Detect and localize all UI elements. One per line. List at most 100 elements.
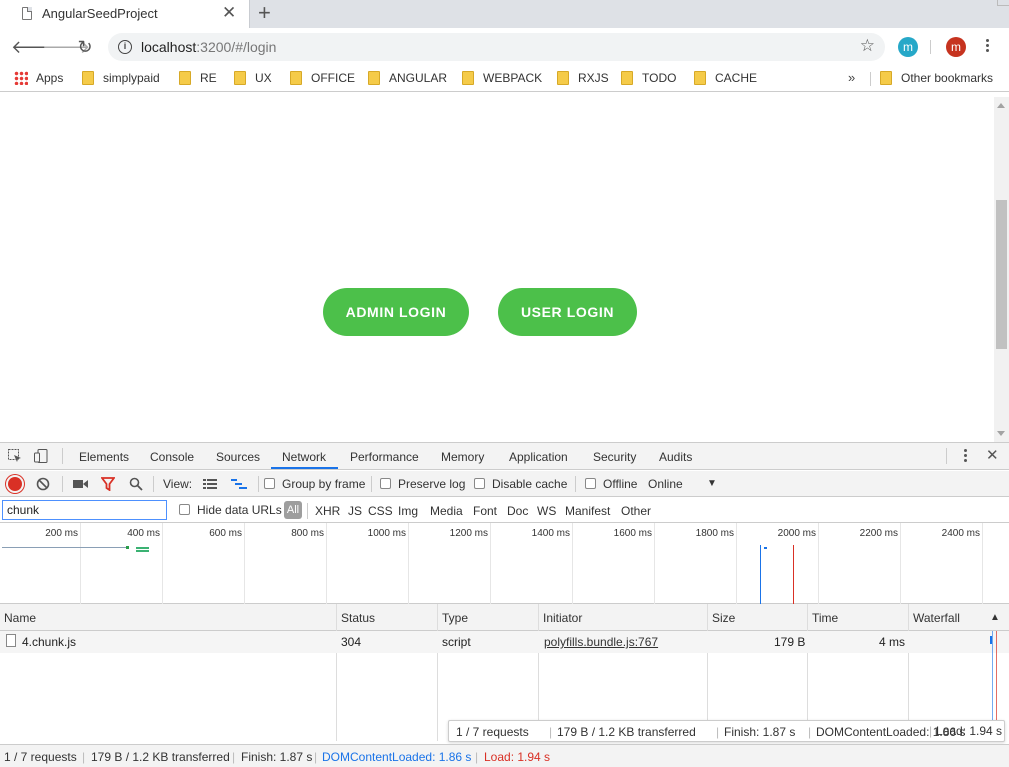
column-header-size[interactable]: Size	[712, 611, 735, 625]
bookmark-folder[interactable]: RXJS	[557, 71, 609, 85]
cell-initiator-link[interactable]: polyfills.bundle.js:767	[544, 635, 658, 649]
close-tab-icon[interactable]: ✕	[222, 3, 236, 23]
overview-tick-label: 1400 ms	[531, 528, 570, 539]
type-filter-css[interactable]: CSS	[368, 504, 393, 518]
bookmark-label: RE	[200, 71, 217, 85]
overview-gridline	[326, 523, 327, 604]
column-header-status[interactable]: Status	[341, 611, 375, 625]
bookmark-folder[interactable]: RE	[179, 71, 217, 85]
folder-icon	[82, 71, 94, 85]
type-filter-all[interactable]: All	[284, 501, 302, 519]
filter-input[interactable]	[2, 500, 167, 520]
column-divider[interactable]	[437, 604, 438, 741]
tab-network[interactable]: Network	[282, 450, 326, 464]
overview-icon[interactable]	[231, 479, 247, 489]
bookmark-folder[interactable]: WEBPACK	[462, 71, 542, 85]
active-tab-indicator	[271, 467, 338, 469]
tab-audits[interactable]: Audits	[659, 450, 692, 464]
column-header-type[interactable]: Type	[442, 611, 468, 625]
tab-elements[interactable]: Elements	[79, 450, 129, 464]
bookmark-star-icon[interactable]: ☆	[860, 36, 875, 56]
type-filter-font[interactable]: Font	[473, 504, 497, 518]
clear-icon[interactable]	[36, 477, 50, 491]
status-dom-content-loaded: DOMContentLoaded: 1.86 s	[322, 750, 472, 764]
bookmark-folder[interactable]: UX	[234, 71, 272, 85]
bookmark-apps[interactable]: Apps	[14, 71, 63, 85]
bookmarks-overflow-button[interactable]: »	[848, 70, 855, 85]
scroll-up-arrow[interactable]	[997, 103, 1005, 108]
hide-data-urls-checkbox[interactable]: Hide data URLs	[179, 503, 282, 517]
overview-tick-label: 2400 ms	[941, 528, 980, 539]
address-bar[interactable]: i localhost:3200/#/login ☆	[108, 33, 885, 61]
filter-icon[interactable]	[101, 477, 115, 491]
reload-button[interactable]: ↻	[75, 37, 95, 57]
info-icon[interactable]: i	[118, 40, 132, 54]
bookmark-folder[interactable]: CACHE	[694, 71, 757, 85]
offline-checkbox[interactable]: Offline	[585, 477, 637, 491]
inspect-element-icon[interactable]	[7, 448, 23, 464]
record-icon[interactable]	[8, 477, 22, 491]
overview-gridline	[654, 523, 655, 604]
cell-type: script	[442, 635, 471, 649]
group-by-frame-checkbox[interactable]: Group by frame	[264, 477, 365, 491]
tab-memory[interactable]: Memory	[441, 450, 484, 464]
throttling-select[interactable]: Online	[648, 477, 683, 491]
type-filter-img[interactable]: Img	[398, 504, 418, 518]
overview-tick-label: 1800 ms	[695, 528, 734, 539]
extension-icon[interactable]: m	[898, 37, 918, 57]
type-filter-ws[interactable]: WS	[537, 504, 556, 518]
large-rows-icon[interactable]	[203, 479, 217, 489]
sort-ascending-icon[interactable]: ▲	[990, 612, 1000, 623]
preserve-log-checkbox[interactable]: Preserve log	[380, 477, 465, 491]
forward-button[interactable]: 🡒	[42, 37, 90, 57]
type-filter-manifest[interactable]: Manifest	[565, 504, 610, 518]
new-tab-button[interactable]: +	[258, 0, 271, 26]
column-header-name[interactable]: Name	[4, 611, 36, 625]
table-row[interactable]: 4.chunk.js 304 script polyfills.bundle.j…	[0, 631, 1009, 653]
checkbox-label: Offline	[603, 477, 638, 491]
tab-sources[interactable]: Sources	[216, 450, 260, 464]
browser-tab[interactable]: AngularSeedProject ✕	[0, 0, 250, 28]
browser-menu-icon[interactable]	[982, 37, 992, 57]
column-divider[interactable]	[336, 604, 337, 741]
overview-gridline	[572, 523, 573, 604]
search-icon[interactable]	[129, 477, 143, 491]
profile-avatar[interactable]: m	[946, 37, 966, 57]
camera-icon[interactable]	[73, 479, 88, 489]
column-header-initiator[interactable]: Initiator	[543, 611, 582, 625]
status-finish: Finish: 1.87 s	[241, 750, 313, 764]
column-header-waterfall[interactable]: Waterfall	[913, 611, 960, 625]
type-filter-media[interactable]: Media	[430, 504, 463, 518]
back-button[interactable]: 🡐	[11, 37, 59, 57]
disable-cache-checkbox[interactable]: Disable cache	[474, 477, 567, 491]
page-scrollbar[interactable]	[994, 97, 1009, 442]
network-toolbar: View: Group by frame Preserve log Disabl…	[0, 471, 1009, 497]
type-filter-other[interactable]: Other	[621, 504, 651, 518]
chevron-down-icon[interactable]: ▼	[707, 478, 717, 489]
admin-login-button[interactable]: ADMIN LOGIN	[323, 288, 469, 336]
scrollbar-thumb[interactable]	[996, 200, 1007, 349]
column-header-time[interactable]: Time	[812, 611, 838, 625]
scroll-down-arrow[interactable]	[997, 431, 1005, 436]
bookmark-folder[interactable]: TODO	[621, 71, 676, 85]
type-filter-doc[interactable]: Doc	[507, 504, 528, 518]
tab-performance[interactable]: Performance	[350, 450, 419, 464]
tab-security[interactable]: Security	[593, 450, 636, 464]
devtools-menu-icon[interactable]	[960, 447, 970, 467]
device-toolbar-icon[interactable]	[33, 448, 49, 464]
other-bookmarks[interactable]: Other bookmarks	[880, 71, 993, 85]
close-devtools-icon[interactable]: ✕	[986, 446, 999, 464]
bookmark-label: UX	[255, 71, 272, 85]
bookmark-folder[interactable]: ANGULAR	[368, 71, 447, 85]
tab-application[interactable]: Application	[509, 450, 568, 464]
tab-console[interactable]: Console	[150, 450, 194, 464]
type-filter-js[interactable]: JS	[348, 504, 362, 518]
url-text[interactable]: localhost:3200/#/login	[141, 39, 276, 55]
cell-name[interactable]: 4.chunk.js	[22, 635, 76, 649]
user-login-button[interactable]: USER LOGIN	[498, 288, 637, 336]
bookmark-folder[interactable]: simplypaid	[82, 71, 160, 85]
overview-gridline	[244, 523, 245, 604]
network-overview[interactable]: 200 ms 400 ms 600 ms 800 ms 1000 ms 1200…	[0, 523, 1009, 604]
bookmark-folder[interactable]: OFFICE	[290, 71, 355, 85]
type-filter-xhr[interactable]: XHR	[315, 504, 340, 518]
